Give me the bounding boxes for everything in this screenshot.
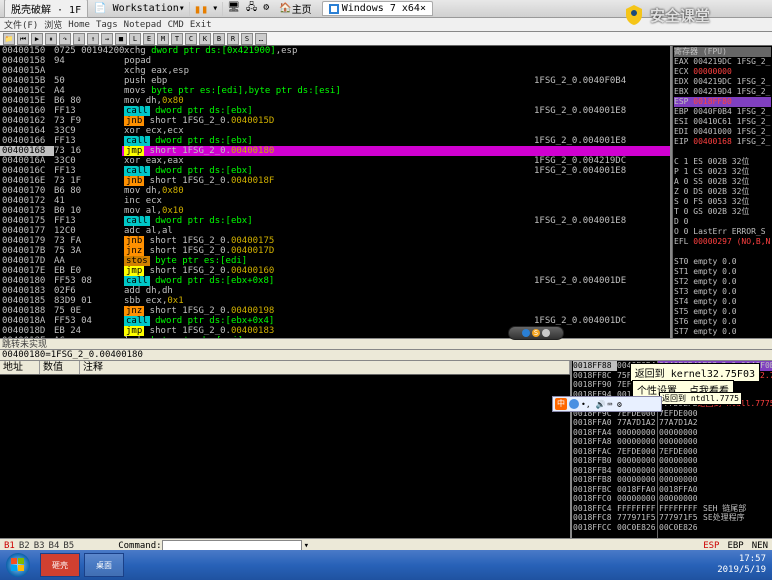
- m-icon[interactable]: M: [157, 33, 169, 45]
- b2-label[interactable]: B2: [19, 541, 30, 551]
- tray-date: 2019/5/19: [717, 565, 766, 576]
- menu-notepad[interactable]: Notepad: [124, 20, 162, 30]
- b3-label[interactable]: B3: [34, 541, 45, 551]
- b1-label[interactable]: B1: [4, 541, 15, 551]
- disasm-row[interactable]: 00400173B0 10mov al,0x10: [0, 206, 670, 216]
- debug-toolbar: 📁 ⏮ ▶ ⏸ ↷ ↓ ↑ → ■ L E M T C K B R S …: [0, 32, 772, 46]
- run-icon[interactable]: →: [101, 33, 113, 45]
- address-resolve: 00400180=1FSG_2_0.00400180: [0, 350, 772, 361]
- disasm-row[interactable]: 0040017973 FAjnb short 1FSG_2_0.00400175: [0, 236, 670, 246]
- c-icon[interactable]: C: [185, 33, 197, 45]
- reg-chip-ebp[interactable]: EBP: [727, 541, 743, 551]
- dump-col-comment[interactable]: 注释: [80, 361, 570, 374]
- system-tray[interactable]: 17:57 2019/5/19: [717, 554, 772, 576]
- disasm-row[interactable]: 00400175FF13call dword ptr ds:[ebx]1FSG_…: [0, 216, 670, 226]
- dump-col-value[interactable]: 数值: [40, 361, 80, 374]
- stop-icon[interactable]: ■: [115, 33, 127, 45]
- reg-chip-esp[interactable]: ESP: [703, 541, 719, 551]
- stepout-icon[interactable]: ↑: [87, 33, 99, 45]
- ime-ch-icon[interactable]: 中: [555, 398, 567, 410]
- disassembly-pane[interactable]: 004001500725 00194200xchg dword ptr ds:[…: [0, 46, 672, 338]
- disasm-row[interactable]: 0040016273 F9jnb short 1FSG_2_0.0040015D: [0, 116, 670, 126]
- disasm-row[interactable]: 0040015EB6 80mov dh,0x80: [0, 96, 670, 106]
- l-icon[interactable]: L: [129, 33, 141, 45]
- windows-taskbar: 砸壳 桌面 17:57 2019/5/19: [0, 550, 772, 580]
- disasm-row[interactable]: 00400166FF13call dword ptr ds:[ebx]1FSG_…: [0, 136, 670, 146]
- registers-pane[interactable]: 寄存器 (FPU)EAX 004219DC 1FSG_2_..ECX 00000…: [672, 46, 772, 338]
- s-icon[interactable]: S: [241, 33, 253, 45]
- disasm-row[interactable]: 0040018DEB 24jmp short 1FSG_2_0.00400183: [0, 326, 670, 336]
- b4-label[interactable]: B4: [49, 541, 60, 551]
- menu-home[interactable]: Home: [68, 20, 90, 30]
- menu-tags[interactable]: Tags: [96, 20, 118, 30]
- disasm-row[interactable]: 00400180FF53 08call dword ptr ds:[ebx+0x…: [0, 276, 670, 286]
- stepover-icon[interactable]: ↷: [59, 33, 71, 45]
- start-button[interactable]: [0, 550, 36, 580]
- disasm-row[interactable]: 0040016873 16jmp short 1FSG_2_0.00400180: [0, 146, 670, 156]
- workstation-dropdown[interactable]: Workstation: [113, 3, 179, 14]
- disasm-row[interactable]: 0040016A33C0xor eax,eax1FSG_2_0.004219DC: [0, 156, 670, 166]
- folder-icon[interactable]: 📁: [3, 33, 15, 45]
- menu-browse[interactable]: 浏览: [44, 18, 62, 31]
- command-dropdown-icon[interactable]: ▾: [304, 541, 309, 551]
- app-menubar: 文件(F) 浏览 Home Tags Notepad CMD Exit: [0, 18, 772, 32]
- disasm-row[interactable]: 004001500725 00194200xchg dword ptr ds:[…: [0, 46, 670, 56]
- b-icon[interactable]: B: [213, 33, 225, 45]
- ime-globe-icon[interactable]: [569, 399, 579, 409]
- ime-language-bar[interactable]: 中 •, 🔊 ⌨ ⚙: [552, 396, 662, 412]
- disasm-row[interactable]: 0040017B75 3Ajnz short 1FSG_2_0.0040017D: [0, 246, 670, 256]
- tooltip-return-ntdll: 返回到 ntdll.7775: [659, 392, 742, 405]
- memory-dump-pane[interactable]: 地址 数值 注释: [0, 361, 572, 538]
- disasm-row[interactable]: 0040016CFF13call dword ptr ds:[ebx]1FSG_…: [0, 166, 670, 176]
- e-icon[interactable]: E: [143, 33, 155, 45]
- rewind-icon[interactable]: ⏮: [17, 33, 29, 45]
- disasm-row[interactable]: 0040017EEB E0jmp short 1FSG_2_0.00400160: [0, 266, 670, 276]
- disasm-row[interactable]: 0040018AFF53 04call dword ptr ds:[ebx+0x…: [0, 316, 670, 326]
- stepinto-icon[interactable]: ↓: [73, 33, 85, 45]
- floating-lang-switcher[interactable]: S: [508, 326, 564, 340]
- disasm-row[interactable]: 0040015894popad: [0, 56, 670, 66]
- disasm-row[interactable]: 0040018583D9 01sbb ecx,0x1: [0, 296, 670, 306]
- taskbar-item-2[interactable]: 桌面: [84, 553, 124, 577]
- jump-status: 跳转未实现: [0, 338, 772, 350]
- tab-home[interactable]: 🏠 主页: [273, 0, 317, 17]
- disasm-row[interactable]: 0040017241inc ecx: [0, 196, 670, 206]
- menu-exit[interactable]: Exit: [190, 20, 212, 30]
- disasm-row[interactable]: 0040018875 0Ejnz short 1FSG_2_0.00400198: [0, 306, 670, 316]
- taskbar-item-1[interactable]: 砸壳: [40, 553, 80, 577]
- disasm-row[interactable]: 0040015CA4movs byte ptr es:[edi],byte pt…: [0, 86, 670, 96]
- ellipsis-icon[interactable]: …: [255, 33, 267, 45]
- vm-title-bar: 脱壳破解 · 1F 📄 Workstation ▾ ▮▮ ▾ 🖥 🖧 ⚙ 🏠 主…: [0, 0, 772, 18]
- disasm-row[interactable]: 0040015B50push ebp1FSG_2_0.0040F0B4: [0, 76, 670, 86]
- disasm-row[interactable]: 0040017712C0adc al,al: [0, 226, 670, 236]
- disasm-row[interactable]: 00400170B6 80mov dh,0x80: [0, 186, 670, 196]
- vm-pause-button[interactable]: ▮▮: [194, 2, 208, 16]
- disasm-row[interactable]: 0040015Axchg eax,esp: [0, 66, 670, 76]
- tab-app[interactable]: 脱壳破解 · 1F: [4, 0, 88, 18]
- disasm-row[interactable]: 0040018302F6add dh,dh: [0, 286, 670, 296]
- menu-file[interactable]: 文件(F): [4, 18, 38, 31]
- disasm-row[interactable]: 0040018FAClods byte ptr ds:[esi]: [0, 336, 670, 338]
- chevron-down-icon: ▾: [179, 3, 185, 14]
- r-icon[interactable]: R: [227, 33, 239, 45]
- disasm-row[interactable]: 0040016433C9xor ecx,ecx: [0, 126, 670, 136]
- t-icon[interactable]: T: [171, 33, 183, 45]
- b5-label[interactable]: B5: [63, 541, 74, 551]
- disasm-row[interactable]: 0040017DAAstos byte ptr es:[edi]: [0, 256, 670, 266]
- menu-cmd[interactable]: CMD: [168, 20, 184, 30]
- vm-toolbar-icons[interactable]: 🖥 🖧 ⚙: [227, 0, 269, 17]
- tab-vm-win7[interactable]: Windows 7 x64 ×: [322, 1, 433, 16]
- k-icon[interactable]: K: [199, 33, 211, 45]
- tray-time: 17:57: [717, 554, 766, 565]
- pause-icon[interactable]: ⏸: [45, 33, 57, 45]
- disasm-row[interactable]: 00400160FF13call dword ptr ds:[ebx]1FSG_…: [0, 106, 670, 116]
- reg-chip-nen[interactable]: NEN: [752, 541, 768, 551]
- play-icon[interactable]: ▶: [31, 33, 43, 45]
- dump-col-addr[interactable]: 地址: [0, 361, 40, 374]
- disasm-row[interactable]: 0040016E73 1Fjnb short 1FSG_2_0.0040018F: [0, 176, 670, 186]
- recent-icon[interactable]: 📄: [94, 3, 106, 14]
- command-label: Command:: [118, 541, 161, 551]
